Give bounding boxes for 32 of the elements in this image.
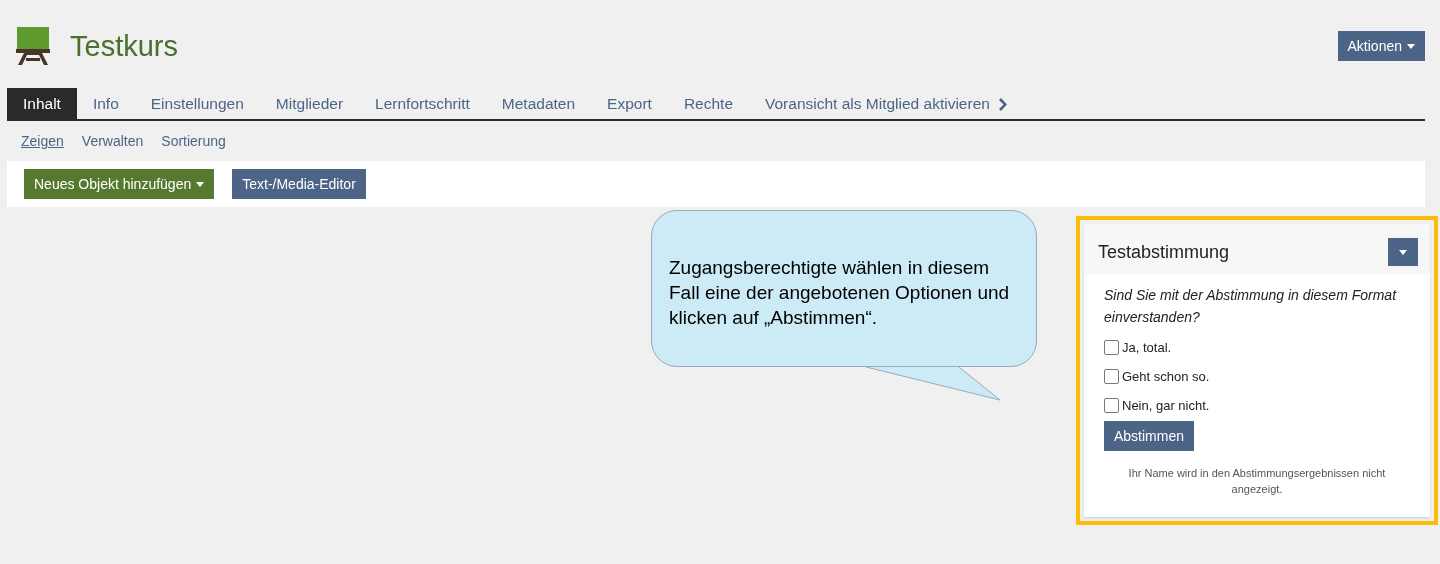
tab[interactable]: Lernfortschritt	[359, 88, 486, 119]
caret-icon	[1407, 43, 1415, 49]
option-label[interactable]: Nein, gar nicht.	[1122, 397, 1210, 413]
tab[interactable]: Voransicht als Mitglied aktivieren	[749, 88, 1023, 119]
tab[interactable]: Metadaten	[485, 88, 592, 119]
caret-icon	[1399, 249, 1407, 255]
tab[interactable]: Inhalt	[7, 88, 77, 119]
privacy-note: Ihr Name wird in den Abstimmungsergebnissen nicht angezeigt.	[1127, 466, 1387, 497]
checkbox[interactable]	[1104, 397, 1119, 413]
caret-icon	[196, 181, 205, 187]
tab[interactable]: Export	[591, 88, 668, 119]
option-label[interactable]: Geht schon so.	[1122, 368, 1210, 384]
tab[interactable]: Mitglieder	[259, 88, 360, 119]
actions-button[interactable]: Aktionen	[1337, 31, 1425, 61]
dropdown-button[interactable]	[1388, 238, 1418, 266]
blackboard-icon	[16, 27, 50, 65]
course-title: Testkurs	[70, 29, 178, 63]
poll-title: Testabstimmung	[1098, 241, 1230, 263]
checkbox[interactable]	[1104, 339, 1119, 355]
subtab[interactable]: Zeigen	[21, 133, 64, 149]
poll-question: Sind Sie mit der Abstimmung in diesem Format einverstanden?	[1104, 286, 1398, 327]
vote-button[interactable]: Abstimmen	[1104, 421, 1195, 451]
tab[interactable]: Info	[76, 88, 135, 119]
chevron-right-icon	[997, 97, 1007, 111]
checkbox[interactable]	[1104, 368, 1119, 384]
add-object-button[interactable]: Neues Objekt hinzufügen	[24, 169, 215, 199]
subtab[interactable]: Verwalten	[81, 133, 144, 149]
editor-button[interactable]: Text-/Media-Editor	[232, 169, 366, 199]
option-label[interactable]: Ja, total.	[1122, 339, 1172, 355]
tab[interactable]: Rechte	[667, 88, 749, 119]
tab[interactable]: Einstellungen	[134, 88, 260, 119]
subtab[interactable]: Sortierung	[161, 133, 226, 149]
